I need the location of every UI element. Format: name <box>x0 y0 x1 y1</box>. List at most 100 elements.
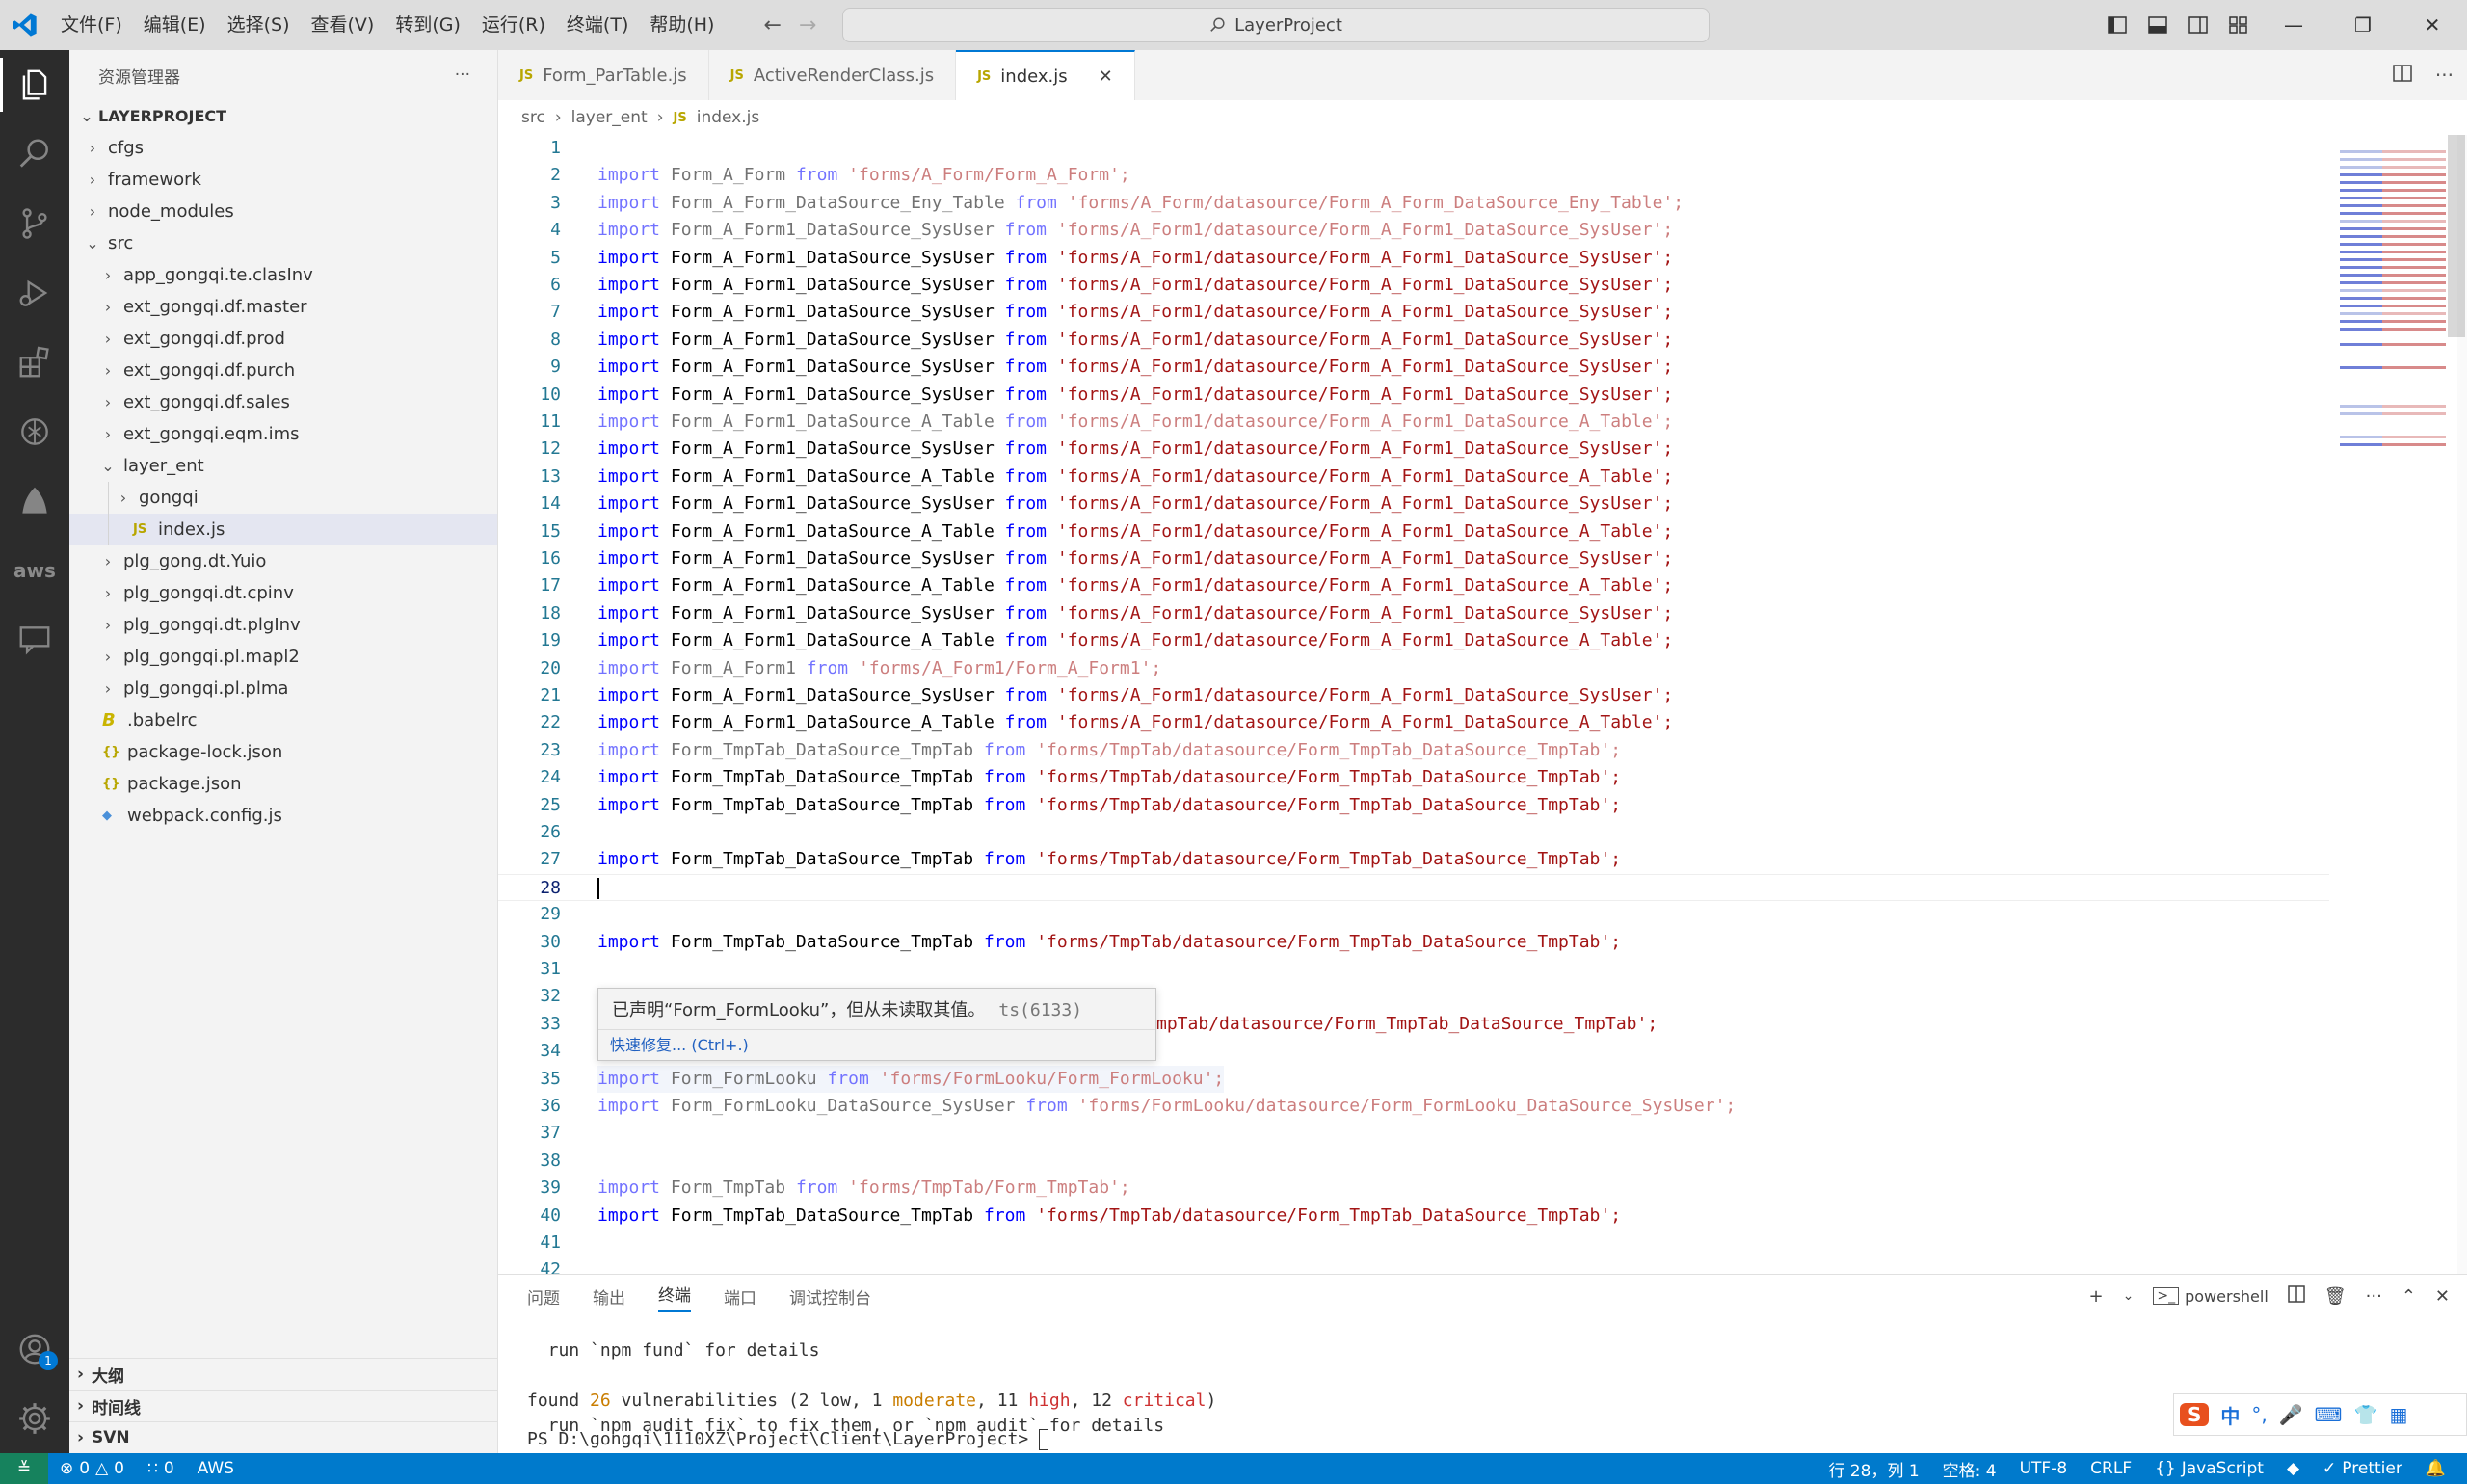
cursor-position[interactable]: 行 28，列 1 <box>1817 1457 1930 1481</box>
quick-fix-link[interactable]: 快速修复... (Ctrl+.) <box>598 1029 1155 1061</box>
menu-selection[interactable]: 选择(S) <box>217 0 301 50</box>
more-actions-icon[interactable]: ··· <box>2366 1286 2382 1307</box>
tab-problems[interactable]: 问题 <box>527 1285 560 1309</box>
toolbox-icon[interactable]: ▦ <box>2389 1403 2407 1426</box>
problems-status[interactable]: ⊗ 0 △ 0 <box>48 1459 136 1478</box>
aws-status[interactable]: AWS <box>186 1459 246 1478</box>
explorer-icon[interactable] <box>0 50 69 119</box>
tab-terminal[interactable]: 终端 <box>658 1282 691 1312</box>
tree-item[interactable]: › framework <box>69 164 497 196</box>
copilot-icon[interactable]: ◆ <box>2275 1459 2311 1478</box>
tree-item[interactable]: › ext_gongqi.df.prod <box>69 323 497 355</box>
tree-item[interactable]: › ext_gongqi.eqm.ims <box>69 418 497 450</box>
end-of-line[interactable]: CRLF <box>2079 1459 2143 1478</box>
outline-section[interactable]: › 大纲 <box>69 1358 498 1390</box>
menu-go[interactable]: 转到(G) <box>385 0 471 50</box>
tree-item[interactable]: › app_gongqi.te.clasInv <box>69 259 497 291</box>
back-arrow-icon[interactable]: ← <box>763 13 781 38</box>
settings-gear-icon[interactable] <box>0 1384 69 1453</box>
tree-item[interactable]: › plg_gongqi.pl.mapl2 <box>69 641 497 673</box>
code-line[interactable]: 10 import Form_A_Form1_DataSource_SysUser… <box>498 382 2334 409</box>
split-terminal-icon[interactable] <box>2288 1285 2305 1308</box>
code-line[interactable]: 20 import Form_A_Form1 from 'forms/A_Form… <box>498 655 2334 682</box>
tab-activerenderclass[interactable]: JS ActiveRenderClass.js <box>709 50 957 100</box>
code-line[interactable]: 8 import Form_A_Form1_DataSource_SysUser … <box>498 327 2334 354</box>
more-actions-icon[interactable]: ··· <box>2435 64 2454 87</box>
menu-help[interactable]: 帮助(H) <box>639 0 725 50</box>
code-line[interactable]: 3 import Form_A_Form_DataSource_Eny_Table… <box>498 190 2334 217</box>
language-mode[interactable]: {} JavaScript <box>2143 1459 2275 1478</box>
code-line[interactable]: 27 import Form_TmpTab_DataSource_TmpTab f… <box>498 846 2334 873</box>
scrollbar-thumb[interactable] <box>2448 135 2465 337</box>
code-line[interactable]: 38 <box>498 1148 2334 1175</box>
split-editor-icon[interactable] <box>2393 64 2412 87</box>
tree-item[interactable]: › plg_gongqi.dt.cpinv <box>69 577 497 609</box>
tree-item[interactable]: B .babelrc <box>69 704 497 736</box>
tree-item[interactable]: JS index.js <box>69 514 497 545</box>
code-line[interactable]: 16 import Form_A_Form1_DataSource_SysUser… <box>498 545 2334 572</box>
punctuation-icon[interactable]: °, <box>2251 1403 2267 1426</box>
command-center-search[interactable]: LayerProject <box>842 8 1710 42</box>
code-line[interactable]: 6 import Form_A_Form1_DataSource_SysUser … <box>498 272 2334 299</box>
code-line[interactable]: 5 import Form_A_Form1_DataSource_SysUser … <box>498 245 2334 272</box>
menu-view[interactable]: 查看(V) <box>301 0 385 50</box>
encoding[interactable]: UTF-8 <box>2008 1459 2080 1478</box>
maximize-panel-icon[interactable]: ⌃ <box>2401 1286 2416 1307</box>
tree-item[interactable]: › cfgs <box>69 132 497 164</box>
code-line[interactable]: 42 <box>498 1257 2334 1274</box>
breadcrumb-file[interactable]: index.js <box>697 108 760 127</box>
code-line[interactable]: 26 <box>498 819 2334 846</box>
code-line[interactable]: 37 <box>498 1120 2334 1147</box>
code-line[interactable]: 12 import Form_A_Form1_DataSource_SysUser… <box>498 436 2334 463</box>
ai-assistant-icon[interactable] <box>0 397 69 466</box>
code-line[interactable]: 35 import Form_FormLooku from 'forms/Form… <box>498 1065 2334 1093</box>
code-line[interactable]: 18 import Form_A_Form1_DataSource_SysUser… <box>498 600 2334 627</box>
prettier-status[interactable]: ✓ Prettier <box>2311 1459 2414 1478</box>
ime-mode-label[interactable]: 中 <box>2220 1401 2240 1429</box>
code-line[interactable]: 23 import Form_TmpTab_DataSource_TmpTab f… <box>498 737 2334 764</box>
code-line[interactable]: 39 import Form_TmpTab from 'forms/TmpTab/… <box>498 1175 2334 1202</box>
remote-indicator-icon[interactable]: ≚ <box>0 1453 48 1484</box>
remote-explorer-icon[interactable] <box>0 466 69 536</box>
microphone-icon[interactable]: 🎤 <box>2279 1403 2303 1426</box>
code-line[interactable]: 21 import Form_A_Form1_DataSource_SysUser… <box>498 682 2334 709</box>
code-line[interactable]: 22 import Form_A_Form1_DataSource_A_Table… <box>498 709 2334 736</box>
chevron-down-icon[interactable]: ⌄ <box>2123 1288 2135 1304</box>
tree-item[interactable]: ⌄ src <box>69 227 497 259</box>
tree-item[interactable]: › node_modules <box>69 196 497 227</box>
comments-icon[interactable] <box>0 605 69 675</box>
terminal-prompt[interactable]: PS D:\gongqi\1110XZ\Project\Client\Layer… <box>527 1429 1049 1450</box>
code-line[interactable]: 9 import Form_A_Form1_DataSource_SysUser … <box>498 354 2334 381</box>
breadcrumb-layer-ent[interactable]: layer_ent <box>571 108 648 127</box>
forward-arrow-icon[interactable]: → <box>799 13 816 38</box>
aws-icon[interactable]: aws <box>0 536 69 605</box>
run-debug-icon[interactable] <box>0 258 69 328</box>
code-line[interactable]: 13 import Form_A_Form1_DataSource_A_Table… <box>498 464 2334 490</box>
terminal-shell-name[interactable]: powershell <box>2185 1287 2268 1306</box>
code-line[interactable]: 36 import Form_FormLooku_DataSource_SysUs… <box>498 1093 2334 1120</box>
tree-item[interactable]: › gongqi <box>69 482 497 514</box>
menu-file[interactable]: 文件(F) <box>50 0 133 50</box>
project-root[interactable]: ⌄ LAYERPROJECT <box>69 100 497 132</box>
trash-icon[interactable]: 🗑 <box>2324 1286 2347 1307</box>
close-tab-icon[interactable]: ✕ <box>1099 66 1113 87</box>
code-line[interactable]: 14 import Form_A_Form1_DataSource_SysUser… <box>498 490 2334 517</box>
tab-ports[interactable]: 端口 <box>724 1285 756 1309</box>
source-control-icon[interactable] <box>0 189 69 258</box>
svn-section[interactable]: › SVN <box>69 1421 498 1453</box>
tree-item[interactable]: › ext_gongqi.df.purch <box>69 355 497 386</box>
code-line[interactable]: 31 <box>498 956 2334 983</box>
toggle-secondary-sidebar-icon[interactable] <box>2178 0 2218 50</box>
menu-terminal[interactable]: 终端(T) <box>556 0 639 50</box>
keyboard-icon[interactable]: ⌨ <box>2315 1403 2343 1426</box>
accounts-icon[interactable]: 1 <box>0 1314 69 1384</box>
extensions-icon[interactable] <box>0 328 69 397</box>
tree-item[interactable]: ⌄ layer_ent <box>69 450 497 482</box>
search-view-icon[interactable] <box>0 119 69 189</box>
code-line[interactable]: 24 import Form_TmpTab_DataSource_TmpTab f… <box>498 764 2334 791</box>
tab-form-partable[interactable]: JS Form_ParTable.js <box>498 50 709 100</box>
timeline-section[interactable]: › 时间线 <box>69 1390 498 1421</box>
code-line[interactable]: 7 import Form_A_Form1_DataSource_SysUser … <box>498 299 2334 326</box>
tree-item[interactable]: › plg_gong.dt.Yuio <box>69 545 497 577</box>
toggle-panel-icon[interactable] <box>2137 0 2178 50</box>
